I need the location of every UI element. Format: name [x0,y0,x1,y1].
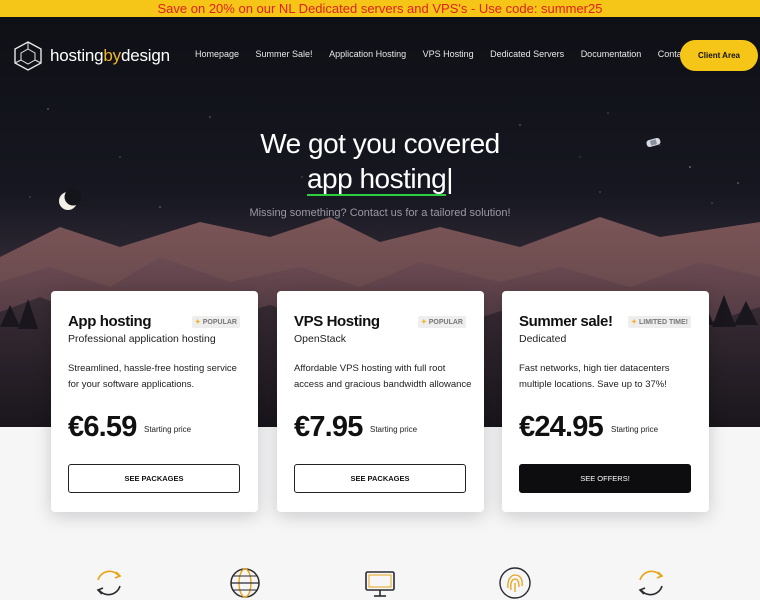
sparkle-icon: ✦ [420,319,427,326]
brand-logo[interactable]: hostingbydesign [14,41,170,71]
price-note: Starting price [611,425,659,434]
hexagon-logo-icon [14,41,42,71]
card-price: €7.95 [294,411,363,443]
feature-icons-row [0,562,760,600]
nav-summer-sale[interactable]: Summer Sale! [256,49,313,59]
brand-name: hostingbydesign [50,46,170,65]
sync-icon [638,570,664,596]
card-subtitle: Professional application hosting [68,333,216,345]
product-card-summer-sale: Summer sale! ✦ LIMITED TIME! Dedicated Fa… [502,291,709,512]
price-note: Starting price [370,425,418,434]
main-navigation: hostingbydesign Homepage Summer Sale! Ap… [0,17,760,92]
promo-banner[interactable]: Save on 20% on our NL Dedicated servers … [0,0,760,17]
hero-typed-text: app hosting| [0,163,760,196]
card-title: VPS Hosting [294,313,380,330]
see-packages-button[interactable]: SEE PACKAGES [68,464,240,493]
nav-links: Homepage Summer Sale! Application Hostin… [195,49,719,59]
nav-documentation[interactable]: Documentation [581,49,642,59]
card-title: Summer sale! [519,313,613,330]
popular-badge: ✦ POPULAR [417,316,466,328]
see-offers-button[interactable]: SEE OFFERS! [519,464,691,493]
nav-homepage[interactable]: Homepage [195,49,239,59]
monitor-icon [365,571,395,597]
card-subtitle: OpenStack [294,333,346,345]
sparkle-icon: ✦ [631,319,637,326]
card-price: €6.59 [68,411,137,443]
typing-cursor: | [446,163,454,194]
card-price: €24.95 [519,411,604,443]
fingerprint-icon [499,567,531,599]
product-card-app-hosting: App hosting ✦ POPULAR Professional applic… [51,291,258,512]
nav-vps-hosting[interactable]: VPS Hosting [423,49,474,59]
card-description: Affordable VPS hosting with full root ac… [294,363,472,390]
card-subtitle: Dedicated [519,333,567,345]
popular-badge: ✦ POPULAR [191,316,240,328]
globe-icon [230,568,260,598]
nav-application-hosting[interactable]: Application Hosting [329,49,406,59]
sync-icon [96,570,122,596]
hero-headline: We got you covered [260,128,500,159]
nav-dedicated-servers[interactable]: Dedicated Servers [490,49,564,59]
card-description: Streamlined, hassle-free hosting service… [68,363,237,390]
card-title: App hosting [68,313,152,330]
client-area-button[interactable]: Client Area [680,40,758,71]
card-description: Fast networks, high tier datacenters mul… [519,363,670,390]
limited-time-badge: ✦ LIMITED TIME! [628,316,691,328]
sparkle-icon: ✦ [194,319,201,326]
hero-subtitle: Missing something? Contact us for a tail… [249,207,511,219]
typed-word: app hosting [306,163,447,196]
price-note: Starting price [144,425,192,434]
product-card-vps-hosting: VPS Hosting ✦ POPULAR OpenStack Affordabl… [277,291,484,512]
see-packages-button[interactable]: SEE PACKAGES [294,464,466,493]
